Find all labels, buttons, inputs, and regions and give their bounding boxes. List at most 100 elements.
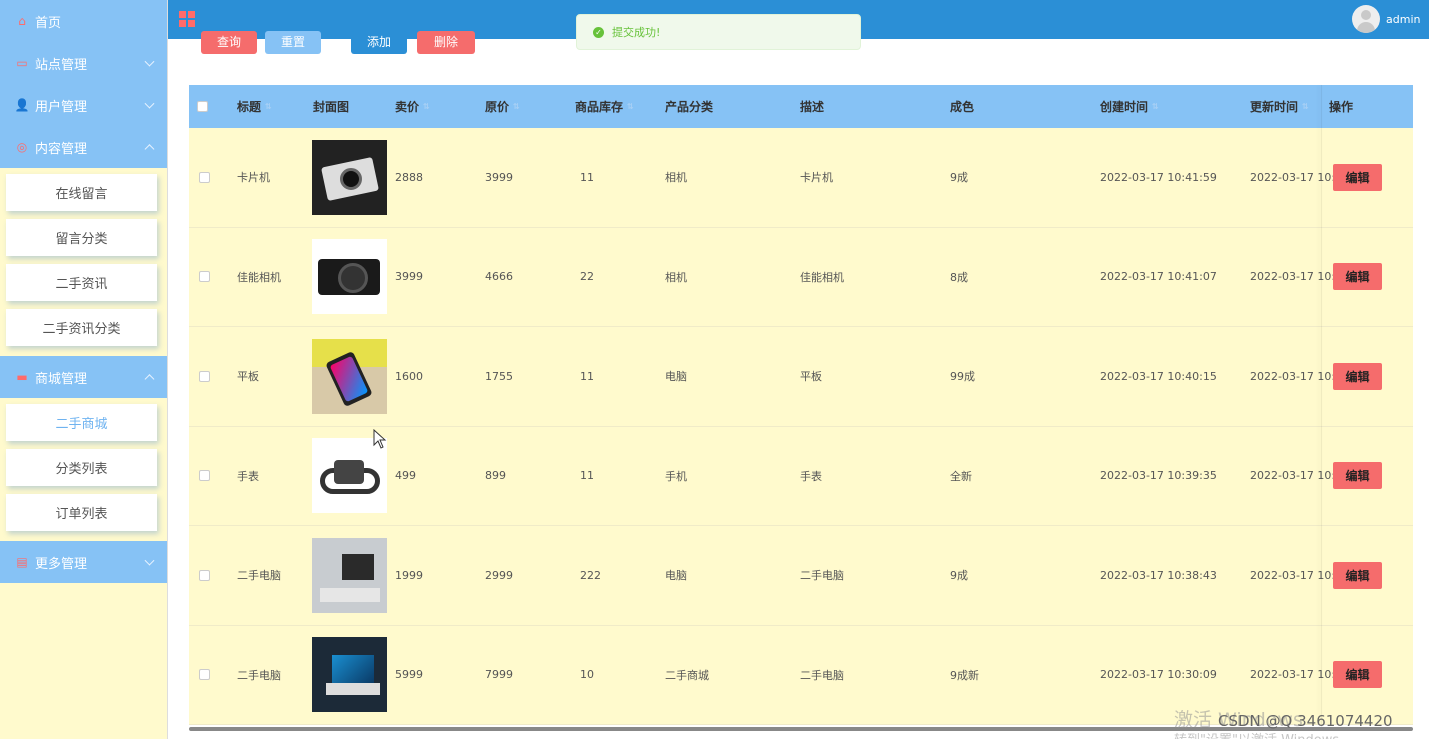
row-checkbox[interactable]: [199, 171, 210, 183]
product-cover-image: [312, 438, 387, 514]
delete-button[interactable]: 删除: [417, 31, 475, 54]
col-cover-label: 封面图: [313, 100, 350, 114]
cell-category: 手机: [665, 469, 687, 483]
row-checkbox[interactable]: [199, 470, 210, 482]
cell-desc: 二手电脑: [800, 569, 844, 583]
chevron-down-icon: [144, 98, 155, 109]
sort-icon[interactable]: ⇅: [1152, 102, 1159, 111]
sidebar-item-message-category[interactable]: 留言分类: [6, 219, 157, 256]
avatar[interactable]: [1352, 5, 1380, 33]
col-created-label: 创建时间: [1100, 100, 1149, 114]
product-table: 标题 ⇅ 封面图 卖价 ⇅ 原价 ⇅ 商品库存 ⇅ 产品分类 描述 成色 创建时间 ⇅ 更…: [189, 85, 1413, 728]
col-updated[interactable]: 更新时间 ⇅: [1250, 85, 1309, 128]
chevron-down-icon: [144, 56, 155, 67]
cell-title: 卡片机: [237, 171, 270, 185]
sort-icon[interactable]: ⇅: [627, 102, 634, 111]
cell-condition: 8成: [950, 270, 968, 284]
sidebar-item-news[interactable]: 二手资讯: [6, 264, 157, 301]
csdn-watermark: CSDN @Q 3461074420: [1218, 712, 1393, 730]
edit-button[interactable]: 编辑: [1333, 362, 1382, 390]
nav-content-management-label: 内容管理: [35, 141, 88, 157]
product-cover-image: [312, 338, 387, 414]
row-checkbox[interactable]: [199, 370, 210, 382]
col-condition: 成色: [950, 85, 974, 128]
chevron-down-icon: [144, 555, 155, 566]
table-body: 卡片机 2888 3999 11 相机 卡片机 9成 2022-03-17 10:41:59 2…: [189, 128, 1413, 725]
edit-button[interactable]: 编辑: [1333, 561, 1382, 589]
col-price[interactable]: 卖价 ⇅: [395, 85, 430, 128]
toast-message: 提交成功!: [612, 26, 661, 39]
cell-condition: 全新: [950, 469, 972, 483]
cell-orig-price: 2999: [485, 568, 513, 582]
edit-button[interactable]: 编辑: [1333, 263, 1382, 291]
sidebar-item-second-hand-mall[interactable]: 二手商城: [6, 404, 157, 441]
cell-stock: 11: [580, 369, 594, 383]
nav-user-management-label: 用户管理: [35, 99, 88, 115]
mall-submenu: 二手商城 分类列表 订单列表: [0, 398, 167, 541]
menu-grid-icon[interactable]: [179, 11, 195, 27]
edit-button[interactable]: 编辑: [1333, 661, 1382, 689]
edit-button[interactable]: 编辑: [1333, 462, 1382, 490]
sort-icon[interactable]: ⇅: [1302, 102, 1309, 111]
home-icon: ⌂: [18, 14, 26, 28]
sidebar-item-online-message[interactable]: 在线留言: [6, 174, 157, 211]
cell-desc: 二手电脑: [800, 668, 844, 682]
col-desc: 描述: [800, 85, 824, 128]
sidebar-item-category-list[interactable]: 分类列表: [6, 449, 157, 486]
main-content: 查询 重置 添加 删除 标题 ⇅ 封面图 卖价 ⇅ 原价 ⇅ 商品库存 ⇅ 产品分类 描…: [175, 31, 1429, 739]
sidebar-item-order-list[interactable]: 订单列表: [6, 494, 157, 531]
col-ops: 操作: [1329, 85, 1353, 128]
cell-stock: 22: [580, 270, 594, 284]
cell-title: 平板: [237, 370, 259, 384]
nav-site-management[interactable]: ▭ 站点管理: [0, 42, 167, 84]
sort-icon[interactable]: ⇅: [513, 102, 520, 111]
col-cover: 封面图: [313, 85, 349, 128]
cell-orig-price: 1755: [485, 369, 513, 383]
table-row: 卡片机 2888 3999 11 相机 卡片机 9成 2022-03-17 10:41:59 2…: [189, 128, 1413, 228]
monitor-icon: ▭: [16, 56, 28, 70]
nav-content-management[interactable]: ◎ 内容管理: [0, 126, 167, 168]
nav-home[interactable]: ⌂ 首页: [0, 0, 167, 42]
document-icon: ▤: [16, 555, 28, 569]
row-checkbox[interactable]: [199, 569, 210, 581]
username[interactable]: admin: [1386, 13, 1420, 26]
select-all-checkbox[interactable]: [197, 101, 208, 112]
nav-site-management-label: 站点管理: [35, 57, 88, 73]
reset-button[interactable]: 重置: [265, 31, 321, 54]
cell-title: 二手电脑: [237, 569, 281, 583]
cell-category: 相机: [665, 171, 687, 185]
add-button[interactable]: 添加: [351, 31, 407, 54]
cell-created: 2022-03-17 10:41:07: [1100, 270, 1217, 284]
mouse-cursor-icon: [373, 429, 387, 449]
cell-price: 2888: [395, 170, 423, 184]
table-row: 佳能相机 3999 4666 22 相机 佳能相机 8成 2022-03-17 10:41:0…: [189, 227, 1413, 327]
row-checkbox[interactable]: [199, 271, 210, 283]
col-orig-price[interactable]: 原价 ⇅: [485, 85, 520, 128]
col-stock[interactable]: 商品库存 ⇅: [575, 85, 634, 128]
cell-created: 2022-03-17 10:40:15: [1100, 369, 1217, 383]
col-desc-label: 描述: [800, 100, 825, 114]
col-title[interactable]: 标题 ⇅: [237, 85, 272, 128]
sort-icon[interactable]: ⇅: [423, 102, 430, 111]
col-orig-price-label: 原价: [485, 100, 510, 114]
cell-title: 二手电脑: [237, 668, 281, 682]
sort-icon[interactable]: ⇅: [265, 102, 272, 111]
sidebar-item-news-category[interactable]: 二手资讯分类: [6, 309, 157, 346]
nav-mall-management[interactable]: ▬ 商城管理: [0, 356, 167, 398]
edit-button[interactable]: 编辑: [1333, 163, 1382, 191]
row-checkbox[interactable]: [199, 669, 210, 681]
cell-orig-price: 4666: [485, 270, 513, 284]
col-updated-label: 更新时间: [1250, 100, 1299, 114]
cell-title: 手表: [237, 469, 259, 483]
col-category-label: 产品分类: [665, 100, 714, 114]
nav-user-management[interactable]: 👤 用户管理: [0, 84, 167, 126]
query-button[interactable]: 查询: [201, 31, 257, 54]
nav-more-management[interactable]: ▤ 更多管理: [0, 541, 167, 583]
cell-price: 499: [395, 469, 416, 483]
table-row: 平板 1600 1755 11 电脑 平板 99成 2022-03-17 10:40:15 20…: [189, 327, 1413, 427]
cell-price: 3999: [395, 270, 423, 284]
cell-price: 1999: [395, 568, 423, 582]
product-cover-image: [312, 637, 387, 713]
col-created[interactable]: 创建时间 ⇅: [1100, 85, 1159, 128]
cell-desc: 卡片机: [800, 171, 833, 185]
